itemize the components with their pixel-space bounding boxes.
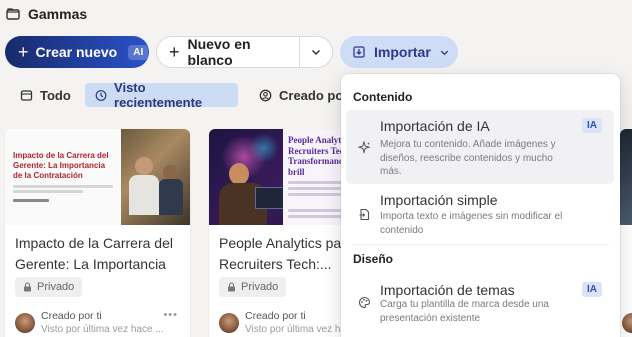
gamma-card[interactable]: Impacto de la Carrera del Gerente: La Im… <box>5 129 190 337</box>
menu-item-name: Importación simple <box>380 192 498 208</box>
privacy-badge-label: Privado <box>241 281 279 293</box>
tab-recently-viewed-label: Visto recientemente <box>114 80 203 110</box>
plus-icon: + <box>169 42 180 62</box>
lock-icon <box>228 282 235 292</box>
palette-icon <box>359 296 371 309</box>
privacy-badge-label: Privado <box>37 281 75 293</box>
import-button[interactable]: Importar <box>340 36 458 68</box>
clock-icon <box>95 89 107 101</box>
page-title: Gammas <box>28 6 88 22</box>
avatar <box>15 313 35 333</box>
menu-item-description: Mejora tu contenido. Añade imágenes y di… <box>380 139 556 177</box>
menu-divider <box>353 244 609 245</box>
card-thumbnail-heading: Impacto de la Carrera del Gerente: La Im… <box>13 151 109 180</box>
card-last-viewed: Visto por última vez hace ... <box>41 324 164 335</box>
ia-badge: IA <box>582 118 602 133</box>
menu-item-description: Importa texto e imágenes sin modificar e… <box>380 211 563 236</box>
card-created-by: Creado por ti <box>41 310 102 322</box>
ai-badge: AI <box>128 44 149 60</box>
dropdown-section-content: Contenido <box>353 90 413 104</box>
import-dropdown-menu: Contenido Importación de IA Mejora tu co… <box>341 74 620 337</box>
tab-recently-viewed[interactable]: Visto recientemente <box>85 80 238 110</box>
new-blank-button[interactable]: + Nuevo en blanco <box>157 36 299 68</box>
dropdown-section-design: Diseño <box>353 252 394 266</box>
file-import-icon <box>359 208 370 221</box>
tab-all[interactable]: Todo <box>10 83 81 107</box>
plus-icon: + <box>18 42 29 62</box>
privacy-badge: Privado <box>219 277 287 297</box>
grid-icon <box>20 89 33 101</box>
card-thumbnail: Impacto de la Carrera del Gerente: La Im… <box>5 129 190 225</box>
new-blank-button-group: + Nuevo en blanco <box>156 36 333 68</box>
menu-item-description: Carga tu plantilla de marca desde una pr… <box>380 299 549 324</box>
new-blank-options-button[interactable] <box>300 37 332 67</box>
create-new-button[interactable]: + Crear nuevo AI <box>5 36 149 68</box>
tab-created-by-label: Creado por <box>279 87 349 103</box>
menu-item-name: Importación de IA <box>380 118 490 134</box>
import-icon <box>353 46 365 58</box>
tab-all-label: Todo <box>40 87 71 103</box>
new-blank-label: Nuevo en blanco <box>187 36 251 68</box>
user-icon <box>259 89 272 101</box>
avatar <box>219 313 239 333</box>
folder-icon <box>6 8 20 20</box>
menu-item-ai-import[interactable]: Importación de IA Mejora tu contenido. A… <box>346 110 614 184</box>
lock-icon <box>24 282 31 292</box>
gamma-card-partial[interactable] <box>620 129 632 337</box>
more-options-icon[interactable]: ••• <box>163 309 178 321</box>
chevron-down-icon <box>440 50 448 55</box>
menu-item-name: Importación de temas <box>380 282 515 298</box>
page-header: Gammas <box>6 4 87 24</box>
card-created-by: Creado por ti <box>245 310 306 322</box>
create-new-label: Crear nuevo <box>35 44 118 60</box>
privacy-badge: Privado <box>15 277 83 297</box>
menu-item-theme-import[interactable]: Importación de temas Carga tu plantilla … <box>346 274 614 330</box>
sparkle-icon <box>358 141 371 154</box>
chevron-down-icon <box>311 49 321 56</box>
menu-item-simple-import[interactable]: Importación simple Importa texto e imáge… <box>346 186 614 238</box>
ia-badge: IA <box>582 282 602 297</box>
import-label: Importar <box>374 44 431 60</box>
